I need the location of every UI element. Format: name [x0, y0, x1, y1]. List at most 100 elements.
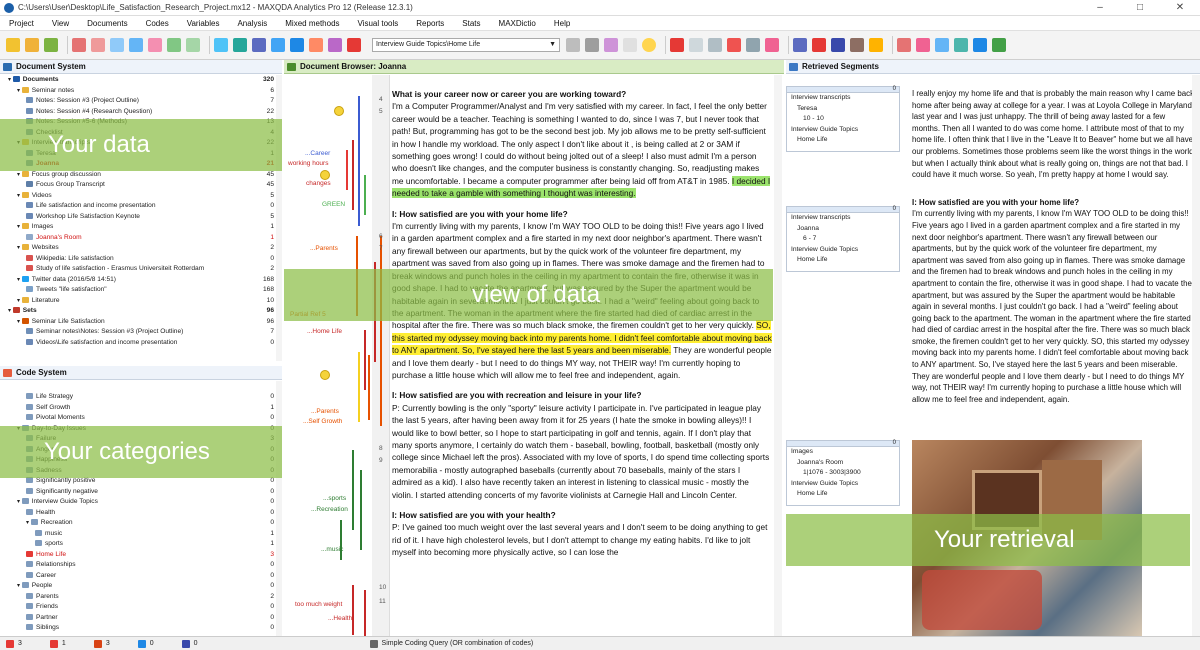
status-users[interactable]: 0	[181, 639, 198, 648]
status-documents[interactable]: 3	[6, 639, 22, 648]
menu-documents[interactable]: Documents	[87, 19, 127, 28]
code-stripe[interactable]	[352, 450, 354, 530]
menu-maxdictio[interactable]: MAXDictio	[499, 19, 536, 28]
code-row[interactable]: Home Life 3	[4, 550, 282, 561]
segment-source-box-3[interactable]: 0 Images Joanna's Room 1|1076 - 3003|390…	[786, 440, 900, 506]
code-stripe[interactable]	[346, 150, 348, 190]
document-browser-scrollbar[interactable]	[774, 75, 782, 636]
document-row[interactable]: ▾ Seminar Life Satisfaction 96	[4, 317, 282, 328]
code-row[interactable]: Parents 2	[4, 592, 282, 603]
expand-toggle-icon[interactable]: ▾	[17, 245, 22, 251]
document-text[interactable]: What is your career now or career you ar…	[392, 88, 772, 636]
overview-icon[interactable]	[233, 38, 247, 52]
pin-icon[interactable]	[670, 38, 684, 52]
document-row[interactable]: Life satisfaction and income presentatio…	[4, 201, 282, 212]
summary-icon[interactable]	[252, 38, 266, 52]
document-row[interactable]: ▾ Literature 10	[4, 296, 282, 307]
code-stripe[interactable]	[364, 330, 366, 390]
code-row[interactable]: ▾ People 0	[4, 581, 282, 592]
document-row[interactable]: ▾ Seminar notes 6	[4, 86, 282, 97]
code-row[interactable]: Career 0	[4, 571, 282, 582]
code-stripe-label[interactable]: ...Parents	[311, 408, 339, 415]
code-stripe-label[interactable]: GREEN	[322, 201, 345, 208]
status-activated-docs[interactable]: 1	[49, 639, 66, 648]
code-stripe[interactable]	[358, 96, 360, 226]
document-row[interactable]: Notes: Session #3 (Project Outline) 7	[4, 96, 282, 107]
stats-icon[interactable]	[916, 38, 930, 52]
document-row[interactable]: Tweets "life satisfaction" 168	[4, 285, 282, 296]
expand-toggle-icon[interactable]: ▾	[17, 499, 22, 505]
code-stripe-label[interactable]: ...Career	[305, 150, 330, 157]
expand-toggle-icon[interactable]: ▾	[26, 520, 31, 526]
search-icon[interactable]	[129, 38, 143, 52]
menu-visual-tools[interactable]: Visual tools	[358, 19, 399, 28]
code-system-scrollbar[interactable]	[276, 381, 282, 636]
document-row[interactable]: Study of life satisfaction - Erasmus Uni…	[4, 264, 282, 275]
close-icon[interactable]: ✕	[1160, 0, 1200, 16]
code-stripe[interactable]	[360, 470, 362, 550]
expand-toggle-icon[interactable]: ▾	[8, 308, 13, 314]
open-project-icon[interactable]	[6, 38, 20, 52]
report-icon[interactable]	[897, 38, 911, 52]
document-icon[interactable]	[290, 38, 304, 52]
document-row[interactable]: Videos\Life satisfaction and income pres…	[4, 338, 282, 349]
code-row[interactable]: Health 0	[4, 508, 282, 519]
code-row[interactable]: Partner 0	[4, 613, 282, 624]
code-stripe[interactable]	[368, 355, 370, 420]
expand-toggle-icon[interactable]: ▾	[17, 88, 22, 94]
code-row[interactable]: Self Growth 1	[4, 403, 282, 414]
expand-toggle-icon[interactable]: ▾	[17, 172, 22, 178]
emoticode-icon[interactable]	[320, 170, 330, 180]
code-row[interactable]: Significantly negative 0	[4, 487, 282, 498]
expand-toggle-icon[interactable]: ▾	[17, 277, 22, 283]
word-export-icon[interactable]	[973, 38, 987, 52]
status-activated-codes[interactable]: 0	[137, 639, 154, 648]
dictio-icon[interactable]	[954, 38, 968, 52]
emoticode-icon[interactable]	[334, 106, 344, 116]
menu-help[interactable]: Help	[554, 19, 570, 28]
mixed-methods-icon[interactable]	[793, 38, 807, 52]
document-row[interactable]: ▾ Documents 320	[4, 75, 282, 86]
code-recent-icon[interactable]	[623, 38, 637, 52]
document-row[interactable]: ▾ Images 1	[4, 222, 282, 233]
code-stripe[interactable]	[364, 175, 366, 215]
status-codes[interactable]: 3	[93, 639, 110, 648]
code-stripe-label[interactable]: too much weight	[295, 601, 342, 608]
expand-toggle-icon[interactable]: ▾	[17, 298, 22, 304]
paste-icon[interactable]	[708, 38, 722, 52]
code-row[interactable]: Pivotal Moments 0	[4, 413, 282, 424]
menu-variables[interactable]: Variables	[187, 19, 220, 28]
code-stripe[interactable]	[364, 590, 366, 636]
code-row[interactable]: ▾ Interview Guide Topics 0	[4, 497, 282, 508]
weight-icon[interactable]	[765, 38, 779, 52]
retrieved-segments-scrollbar[interactable]	[1192, 75, 1200, 636]
code-stripe-label[interactable]: ...Home Life	[307, 328, 342, 335]
quick-code-select[interactable]: Interview Guide Topics\Home Life ▼	[372, 38, 560, 52]
highlight-icon[interactable]	[309, 38, 323, 52]
minimize-icon[interactable]: –	[1080, 0, 1120, 16]
maximize-icon[interactable]: □	[1120, 0, 1160, 16]
matrix-icon[interactable]	[271, 38, 285, 52]
document-row[interactable]: ▾ Sets 96	[4, 306, 282, 317]
export-icon[interactable]	[935, 38, 949, 52]
document-row[interactable]: Workshop Life Satisfaction Keynote 5	[4, 212, 282, 223]
code-stripe-label[interactable]: working hours	[288, 160, 328, 167]
document-row[interactable]: Wikipedia: Life satisfaction 0	[4, 254, 282, 265]
visual-icon[interactable]	[812, 38, 826, 52]
delete-icon[interactable]	[727, 38, 741, 52]
code-stripe[interactable]	[340, 520, 342, 560]
expand-toggle-icon[interactable]: ▾	[17, 583, 22, 589]
folder-icon[interactable]	[25, 38, 39, 52]
code-row[interactable]: Friends 0	[4, 602, 282, 613]
expand-toggle-icon[interactable]: ▾	[17, 224, 22, 230]
link-icon[interactable]	[328, 38, 342, 52]
excel-export-icon[interactable]	[992, 38, 1006, 52]
code-stripe-label[interactable]: ...Parents	[310, 245, 338, 252]
code-stripe-label[interactable]: ...Self Growth	[303, 418, 342, 425]
import-icon[interactable]	[44, 38, 58, 52]
code-row[interactable]: Relationships 0	[4, 560, 282, 571]
code-stripe-label[interactable]: changes	[306, 180, 331, 187]
segment-source-box-1[interactable]: 0 Interview transcripts Teresa 10 - 10 I…	[786, 86, 900, 152]
logbook-icon[interactable]	[746, 38, 760, 52]
code-row[interactable]: sports 1	[4, 539, 282, 550]
